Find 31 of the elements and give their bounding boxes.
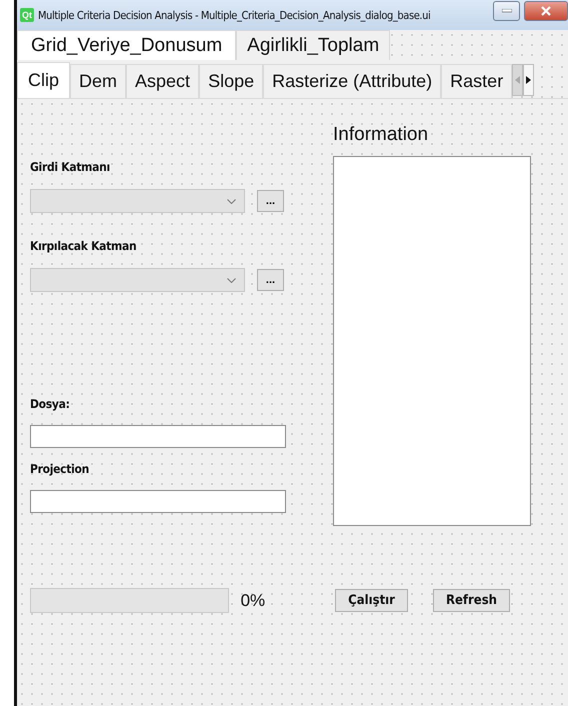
field-label: Projection [30,462,90,476]
tab[interactable]: Agirlikli_Toplam [236,30,390,60]
close-button[interactable] [524,1,568,21]
left-arrow-icon [515,76,520,84]
tab[interactable]: Grid_Veriye_Donusum [17,30,236,60]
chevron-down-icon [227,278,236,282]
tab[interactable]: Raster [441,64,512,98]
scroll-right-button[interactable] [523,64,534,96]
app-icon: Qt [20,8,34,22]
browse-button[interactable]: ... [257,269,284,291]
projection-field[interactable] [30,490,286,513]
field-label: Girdi Katmanı [30,160,110,174]
tab[interactable]: Rasterize (Attribute) [263,64,442,98]
minimize-icon [502,9,512,13]
close-icon [541,6,551,16]
information-label: Information [333,124,428,146]
refresh-button[interactable]: Refresh [432,589,510,612]
file-field[interactable] [30,425,286,448]
tab[interactable]: Clip [17,62,70,98]
tab[interactable]: Dem [70,64,126,98]
field-label: Kırpılacak Katman [30,239,136,253]
chevron-down-icon [227,198,236,204]
window-title: Multiple Criteria Decision Analysis - Multiple_Criteria_Decision_Analysis_dialog_base.ui [38,8,432,22]
minimize-button[interactable] [493,1,520,21]
browse-button[interactable]: ... [257,190,284,212]
right-arrow-icon [526,76,532,84]
tab[interactable]: Slope [199,64,264,98]
run-button[interactable]: Çalıştır [335,589,408,612]
tab[interactable]: Aspect [126,64,200,98]
progress-percent: 0% [240,590,266,610]
field-label: Dosya: [30,397,70,411]
